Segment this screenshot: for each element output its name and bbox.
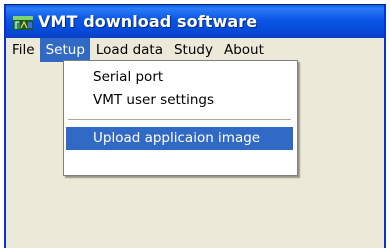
menu-item-serial-port[interactable]: Serial port: [66, 66, 293, 89]
menu-load-data[interactable]: Load data: [90, 38, 168, 62]
setup-dropdown-menu: Serial port VMT user settings Upload app…: [63, 60, 298, 176]
menu-item-vmt-user-settings[interactable]: VMT user settings: [66, 89, 293, 112]
title-bar[interactable]: VMT download software: [6, 5, 384, 38]
menu-about[interactable]: About: [218, 38, 269, 62]
menu-setup[interactable]: Setup: [39, 38, 90, 62]
menu-study[interactable]: Study: [168, 38, 218, 62]
menu-file[interactable]: File: [6, 38, 40, 62]
menu-separator: [68, 119, 291, 120]
menu-item-upload-application-image[interactable]: Upload applicaion image: [66, 127, 293, 150]
app-window: VMT download software File Setup Load da…: [4, 4, 386, 248]
app-icon: [13, 15, 33, 30]
menu-bar: File Setup Load data Study About: [6, 38, 384, 62]
window-title: VMT download software: [38, 12, 258, 31]
